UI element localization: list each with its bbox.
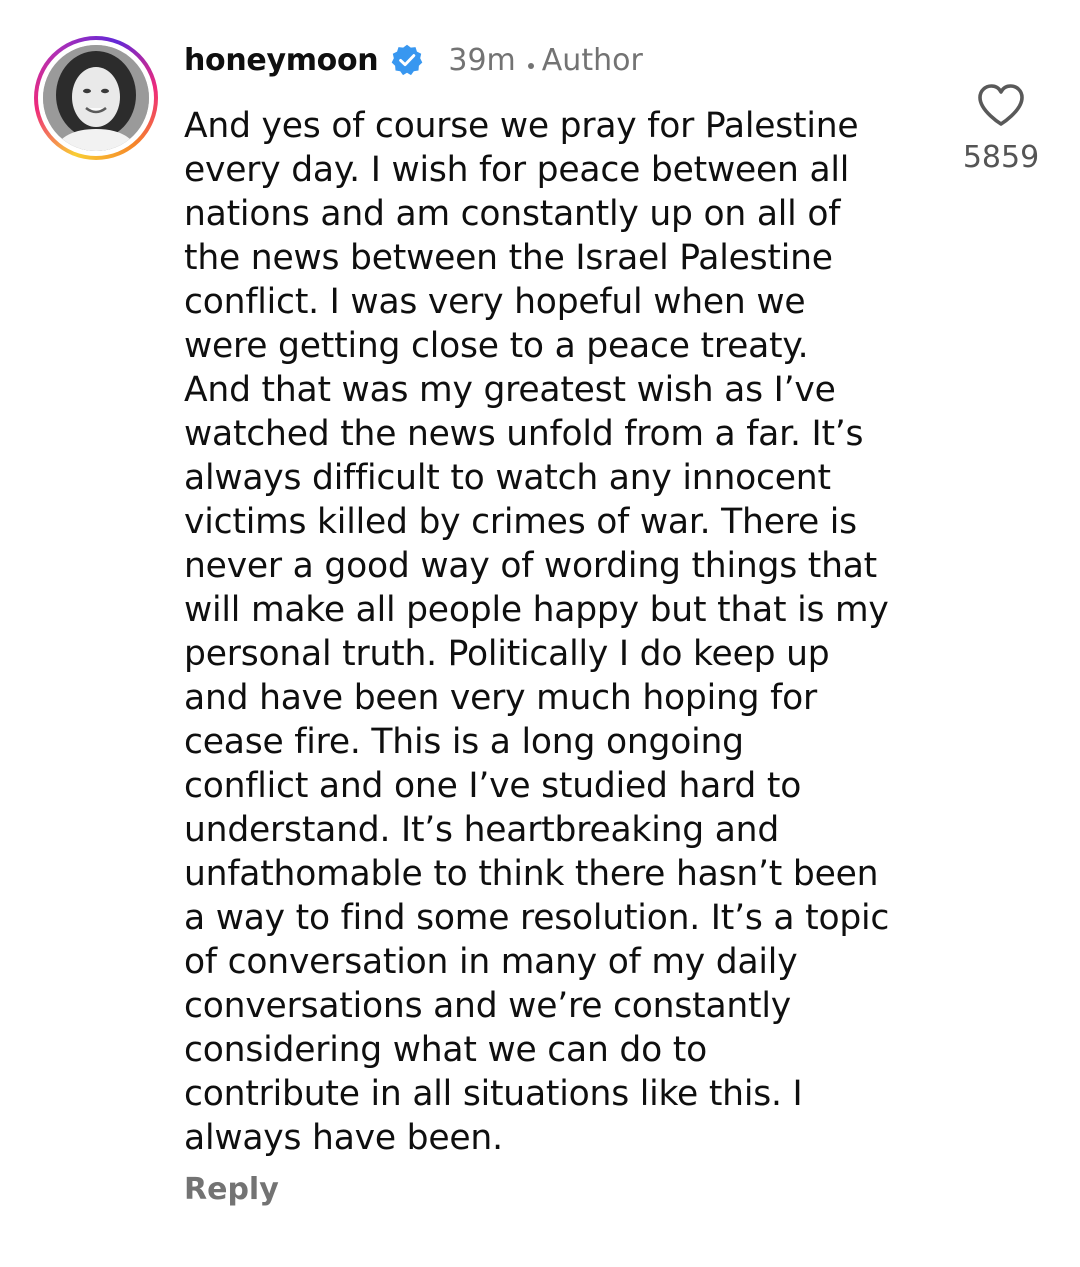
comment-text-line: always difficult to watch any innocent (184, 458, 831, 498)
comment-text-line: were getting close to a peace treaty. (184, 326, 809, 366)
comment-text-line: personal truth. Politically I do keep up (184, 634, 830, 674)
reply-button[interactable]: Reply (184, 1172, 279, 1207)
comment-text-line: watched the news unfold from a far. It’s (184, 414, 864, 454)
comment-text-line: cease fire. This is a long ongoing (184, 722, 744, 762)
timestamp: 39m (448, 42, 516, 78)
comment-text-line: victims killed by crimes of war. There i… (184, 502, 857, 542)
separator-dot (527, 63, 534, 69)
comment-text-line: And that was my greatest wish as I’ve (184, 370, 836, 410)
verified-badge-icon (390, 43, 424, 77)
like-count: 5859 (962, 140, 1040, 175)
comment-text-line: conversations and we’re constantly (184, 986, 791, 1026)
comment-text-line: And yes of course we pray for Palestine (184, 106, 859, 146)
avatar-ring-gap (38, 40, 154, 156)
username[interactable]: honeymoon (184, 43, 379, 78)
avatar-photo (43, 45, 149, 151)
comment: honeymoon 39m Author And yes of course w… (0, 0, 1080, 1267)
comment-text-line: nations and am constantly up on all of (184, 194, 841, 234)
comment-header: honeymoon 39m Author (184, 38, 643, 82)
comment-text-line: understand. It’s heartbreaking and (184, 810, 780, 850)
comment-text-line: will make all people happy but that is m… (184, 590, 889, 630)
comment-text-line: the news between the Israel Palestine (184, 238, 833, 278)
story-ring[interactable] (34, 36, 158, 160)
comment-text-line: never a good way of wording things that (184, 546, 877, 586)
heart-outline-icon[interactable] (976, 82, 1026, 128)
comment-text-line: a way to find some resolution. It’s a to… (184, 898, 890, 938)
comment-text-line: unfathomable to think there hasn’t been (184, 854, 879, 894)
comment-text-line: considering what we can do to (184, 1030, 708, 1070)
avatar[interactable] (43, 45, 149, 151)
comment-text-line: conflict and one I’ve studied hard to (184, 766, 802, 806)
like-area: 5859 (960, 82, 1042, 175)
comment-text-line: contribute in all situations like this. … (184, 1074, 803, 1114)
comment-text-line: and have been very much hoping for (184, 678, 817, 718)
comment-text-line: always have been. (184, 1118, 503, 1158)
comment-text-line: conflict. I was very hopeful when we (184, 282, 806, 322)
comment-text: And yes of course we pray for Palestine e… (184, 104, 924, 1160)
comment-text-line: every day. I wish for peace between all (184, 150, 850, 190)
author-label: Author (541, 42, 643, 78)
comment-text-line: of conversation in many of my daily (184, 942, 798, 982)
